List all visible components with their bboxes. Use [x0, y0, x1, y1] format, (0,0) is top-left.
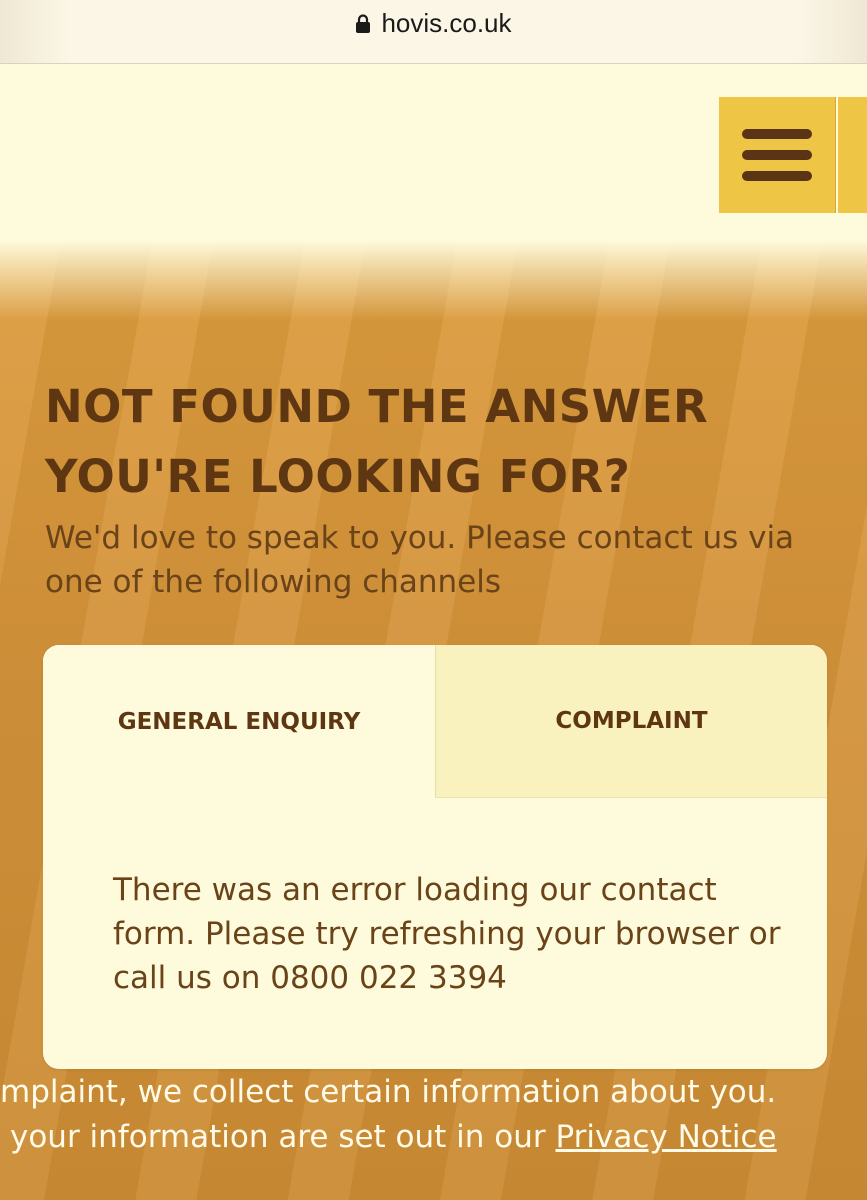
privacy-text-prefix: your information are set out in our [10, 1119, 556, 1155]
tab-complaint[interactable]: COMPLAINT [435, 645, 827, 798]
browser-address-bar[interactable]: hovis.co.uk [0, 0, 867, 64]
menu-button-edge [838, 97, 867, 213]
tab-general-enquiry[interactable]: GENERAL ENQUIRY [43, 645, 435, 798]
section-subtitle: We'd love to speak to you. Please contac… [45, 520, 795, 600]
section-heading: NOT FOUND THE ANSWER YOU'RE LOOKING FOR? [45, 380, 709, 503]
url-text: hovis.co.uk [381, 8, 512, 38]
privacy-text-line-1: mplaint, we collect certain information … [0, 1074, 777, 1110]
lock-icon [356, 13, 371, 33]
hamburger-icon [742, 129, 812, 181]
contact-card: GENERAL ENQUIRY COMPLAINT There was an e… [43, 645, 827, 1069]
url-display[interactable]: hovis.co.uk [355, 8, 512, 39]
menu-button[interactable] [719, 97, 835, 213]
privacy-notice-link[interactable]: Privacy Notice [556, 1119, 777, 1155]
form-error-message: There was an error loading our contact f… [113, 872, 781, 996]
privacy-text-line-2: your information are set out in our Priv… [10, 1115, 867, 1159]
